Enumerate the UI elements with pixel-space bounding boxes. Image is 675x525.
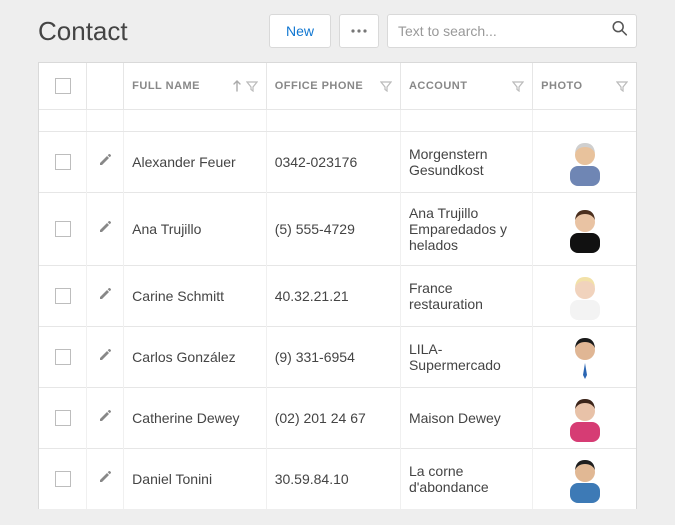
header-checkbox-cell[interactable] [39,63,87,109]
search-input[interactable] [387,14,637,48]
filter-icon[interactable] [616,80,628,92]
cell-full-name: Carine Schmitt [124,265,267,326]
avatar [564,205,606,253]
table-row[interactable]: Catherine Dewey(02) 201 24 67Maison Dewe… [39,387,636,448]
avatar [564,394,606,442]
column-header-photo[interactable]: PHOTO [533,63,636,109]
cell-office-phone: 40.32.21.21 [266,265,400,326]
table-row[interactable]: Alexander Feuer0342-023176Morgenstern Ge… [39,131,636,192]
column-header-account[interactable]: ACCOUNT [400,63,532,109]
pencil-icon [98,348,112,362]
cell-photo [533,265,636,326]
sort-asc-icon [232,80,242,92]
avatar [564,455,606,503]
table-row[interactable]: Daniel Tonini30.59.84.10La corne d'abond… [39,448,636,509]
pencil-icon [98,470,112,484]
header-edit-cell [87,63,124,109]
filter-icon[interactable] [246,80,258,92]
row-checkbox[interactable] [55,349,71,365]
edit-row-button[interactable] [98,471,112,487]
edit-row-button[interactable] [98,288,112,304]
cell-full-name: Ana Trujillo [124,192,267,265]
row-checkbox[interactable] [55,471,71,487]
cell-account: Maison Dewey [400,387,532,448]
filter-icon[interactable] [380,80,392,92]
cell-photo [533,326,636,387]
new-button[interactable]: New [269,14,331,48]
cell-photo [533,131,636,192]
cell-account: LILA-Supermercado [400,326,532,387]
cell-full-name: Alexander Feuer [124,131,267,192]
cell-office-phone: 0342-023176 [266,131,400,192]
pencil-icon [98,153,112,167]
filter-row[interactable] [39,109,636,131]
table-row[interactable]: Ana Trujillo(5) 555-4729Ana Trujillo Emp… [39,192,636,265]
pencil-icon [98,220,112,234]
table-row[interactable]: Carlos González(9) 331-6954LILA-Supermer… [39,326,636,387]
cell-photo [533,192,636,265]
cell-office-phone: 30.59.84.10 [266,448,400,509]
cell-office-phone: (9) 331-6954 [266,326,400,387]
cell-office-phone: (5) 555-4729 [266,192,400,265]
cell-account: France restauration [400,265,532,326]
column-header-office-phone[interactable]: OFFICE PHONE [266,63,400,109]
avatar [564,138,606,186]
cell-full-name: Carlos González [124,326,267,387]
cell-account: Morgenstern Gesundkost [400,131,532,192]
avatar [564,333,606,381]
table-row[interactable]: Carine Schmitt40.32.21.21France restaura… [39,265,636,326]
select-all-checkbox[interactable] [55,78,71,94]
page-title: Contact [38,16,128,47]
row-checkbox[interactable] [55,410,71,426]
cell-office-phone: (02) 201 24 67 [266,387,400,448]
row-checkbox[interactable] [55,221,71,237]
contact-grid: FULL NAME OFFICE PHONE [38,62,637,509]
row-checkbox[interactable] [55,288,71,304]
cell-account: La corne d'abondance [400,448,532,509]
cell-photo [533,448,636,509]
filter-icon[interactable] [512,80,524,92]
cell-photo [533,387,636,448]
row-checkbox[interactable] [55,154,71,170]
pencil-icon [98,409,112,423]
cell-full-name: Daniel Tonini [124,448,267,509]
more-actions-button[interactable] [339,14,379,48]
edit-row-button[interactable] [98,154,112,170]
edit-row-button[interactable] [98,349,112,365]
ellipsis-icon [350,28,368,34]
avatar [564,272,606,320]
edit-row-button[interactable] [98,410,112,426]
cell-full-name: Catherine Dewey [124,387,267,448]
edit-row-button[interactable] [98,221,112,237]
cell-account: Ana Trujillo Emparedados y helados [400,192,532,265]
pencil-icon [98,287,112,301]
column-header-full-name[interactable]: FULL NAME [124,63,267,109]
